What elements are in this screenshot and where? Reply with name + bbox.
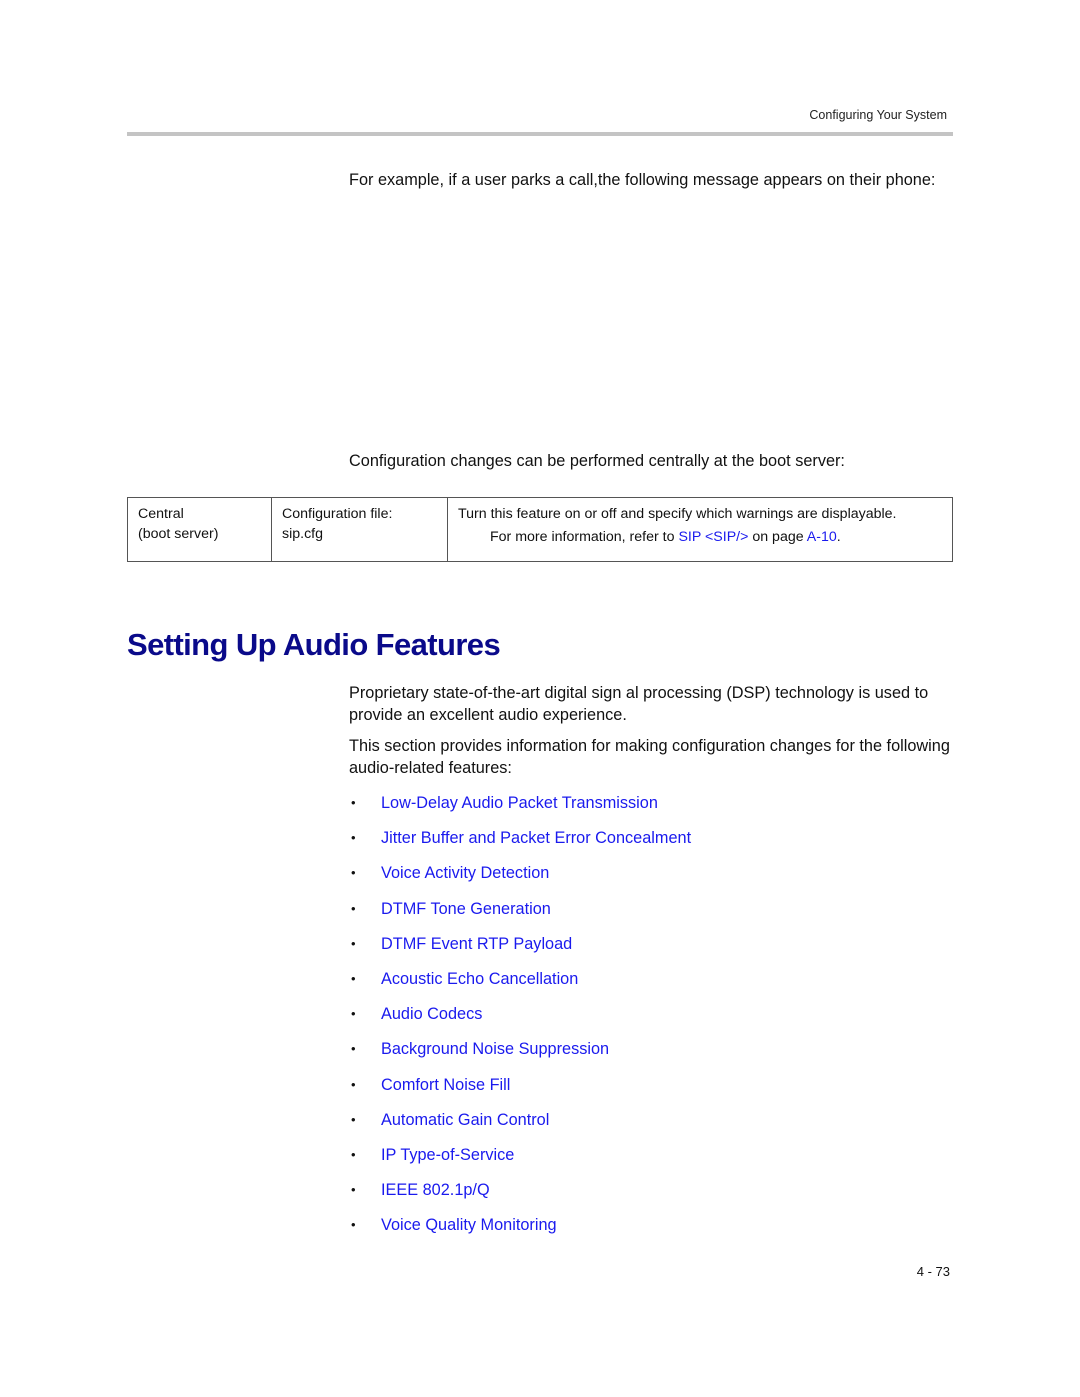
description-text: Turn this feature on or off and specify … bbox=[458, 506, 897, 522]
running-header: Configuring Your System bbox=[809, 108, 947, 122]
feature-list: • Low-Delay Audio Packet Transmission • Ji… bbox=[349, 792, 691, 1249]
bullet-icon: • bbox=[351, 1217, 356, 1233]
bullet-icon: • bbox=[351, 935, 356, 951]
feature-link-noise-suppression[interactable]: Background Noise Suppression bbox=[381, 1038, 609, 1073]
more-info-line: For more information, refer to SIP <SIP/… bbox=[458, 527, 942, 547]
section-title: Setting Up Audio Features bbox=[127, 627, 501, 662]
feature-link-jitter-buffer[interactable]: Jitter Buffer and Packet Error Concealme… bbox=[381, 827, 691, 862]
section-paragraph-2: This section provides information for ma… bbox=[349, 737, 950, 777]
bullet-icon: • bbox=[351, 1076, 356, 1092]
list-item: • DTMF Tone Generation bbox=[349, 898, 691, 933]
list-item: • Jitter Buffer and Packet Error Concealm… bbox=[349, 827, 691, 862]
config-paragraph: Configuration changes can be performed c… bbox=[349, 452, 845, 470]
bullet-icon: • bbox=[351, 830, 356, 846]
file-cell: Configuration file: sip.cfg bbox=[271, 497, 448, 562]
list-item: • DTMF Event RTP Payload bbox=[349, 933, 691, 968]
list-item: • Comfort Noise Fill bbox=[349, 1074, 691, 1109]
location-line1: Central bbox=[138, 506, 184, 522]
feature-link-comfort-noise[interactable]: Comfort Noise Fill bbox=[381, 1074, 510, 1109]
page-number: 4 - 73 bbox=[916, 1264, 950, 1279]
bullet-icon: • bbox=[351, 1146, 356, 1162]
list-item: • Low-Delay Audio Packet Transmission bbox=[349, 792, 691, 827]
bullet-icon: • bbox=[351, 1006, 356, 1022]
feature-link-gain-control[interactable]: Automatic Gain Control bbox=[381, 1109, 549, 1144]
location-line2: (boot server) bbox=[138, 526, 219, 542]
list-item: • Voice Activity Detection bbox=[349, 862, 691, 897]
header-rule bbox=[127, 132, 953, 136]
list-item: • Background Noise Suppression bbox=[349, 1038, 691, 1073]
list-item: • IEEE 802.1p/Q bbox=[349, 1179, 691, 1214]
list-item: • Automatic Gain Control bbox=[349, 1109, 691, 1144]
page-reference-link[interactable]: A-10 bbox=[807, 529, 837, 545]
feature-link-ip-tos[interactable]: IP Type-of-Service bbox=[381, 1144, 514, 1179]
intro-paragraph: For example, if a user parks a call,the … bbox=[349, 171, 936, 189]
bullet-icon: • bbox=[351, 1182, 356, 1198]
list-item: • Audio Codecs bbox=[349, 1003, 691, 1038]
file-label: Configuration file: bbox=[282, 506, 393, 522]
sip-reference-link[interactable]: SIP <SIP/> bbox=[678, 529, 748, 545]
table-row: Central (boot server) Configuration file… bbox=[127, 497, 953, 562]
feature-link-echo-cancellation[interactable]: Acoustic Echo Cancellation bbox=[381, 968, 578, 1003]
bullet-icon: • bbox=[351, 1041, 356, 1057]
bullet-icon: • bbox=[351, 795, 356, 810]
list-item: • Voice Quality Monitoring bbox=[349, 1214, 691, 1249]
feature-link-dtmf-tone[interactable]: DTMF Tone Generation bbox=[381, 898, 551, 933]
more-info-suffix: . bbox=[836, 529, 841, 545]
more-info-middle: on page bbox=[748, 529, 807, 545]
feature-link-low-delay-audio[interactable]: Low-Delay Audio Packet Transmission bbox=[381, 792, 658, 827]
feature-link-audio-codecs[interactable]: Audio Codecs bbox=[381, 1003, 482, 1038]
file-name: sip.cfg bbox=[282, 526, 324, 542]
more-info-prefix: For more information, refer to bbox=[490, 529, 679, 545]
section-paragraph-1: Proprietary state-of-the-art digital sig… bbox=[349, 684, 929, 724]
location-cell: Central (boot server) bbox=[127, 497, 272, 562]
config-table: Central (boot server) Configuration file… bbox=[127, 497, 953, 562]
feature-link-dtmf-event[interactable]: DTMF Event RTP Payload bbox=[381, 933, 572, 968]
bullet-icon: • bbox=[351, 900, 356, 916]
feature-link-voice-activity[interactable]: Voice Activity Detection bbox=[381, 862, 549, 897]
bullet-icon: • bbox=[351, 1111, 356, 1127]
bullet-icon: • bbox=[351, 865, 356, 881]
description-cell: Turn this feature on or off and specify … bbox=[447, 497, 953, 562]
list-item: • IP Type-of-Service bbox=[349, 1144, 691, 1179]
list-item: • Acoustic Echo Cancellation bbox=[349, 968, 691, 1003]
feature-link-ieee-8021pq[interactable]: IEEE 802.1p/Q bbox=[381, 1179, 490, 1214]
feature-link-voice-quality[interactable]: Voice Quality Monitoring bbox=[381, 1214, 557, 1249]
bullet-icon: • bbox=[351, 970, 356, 986]
